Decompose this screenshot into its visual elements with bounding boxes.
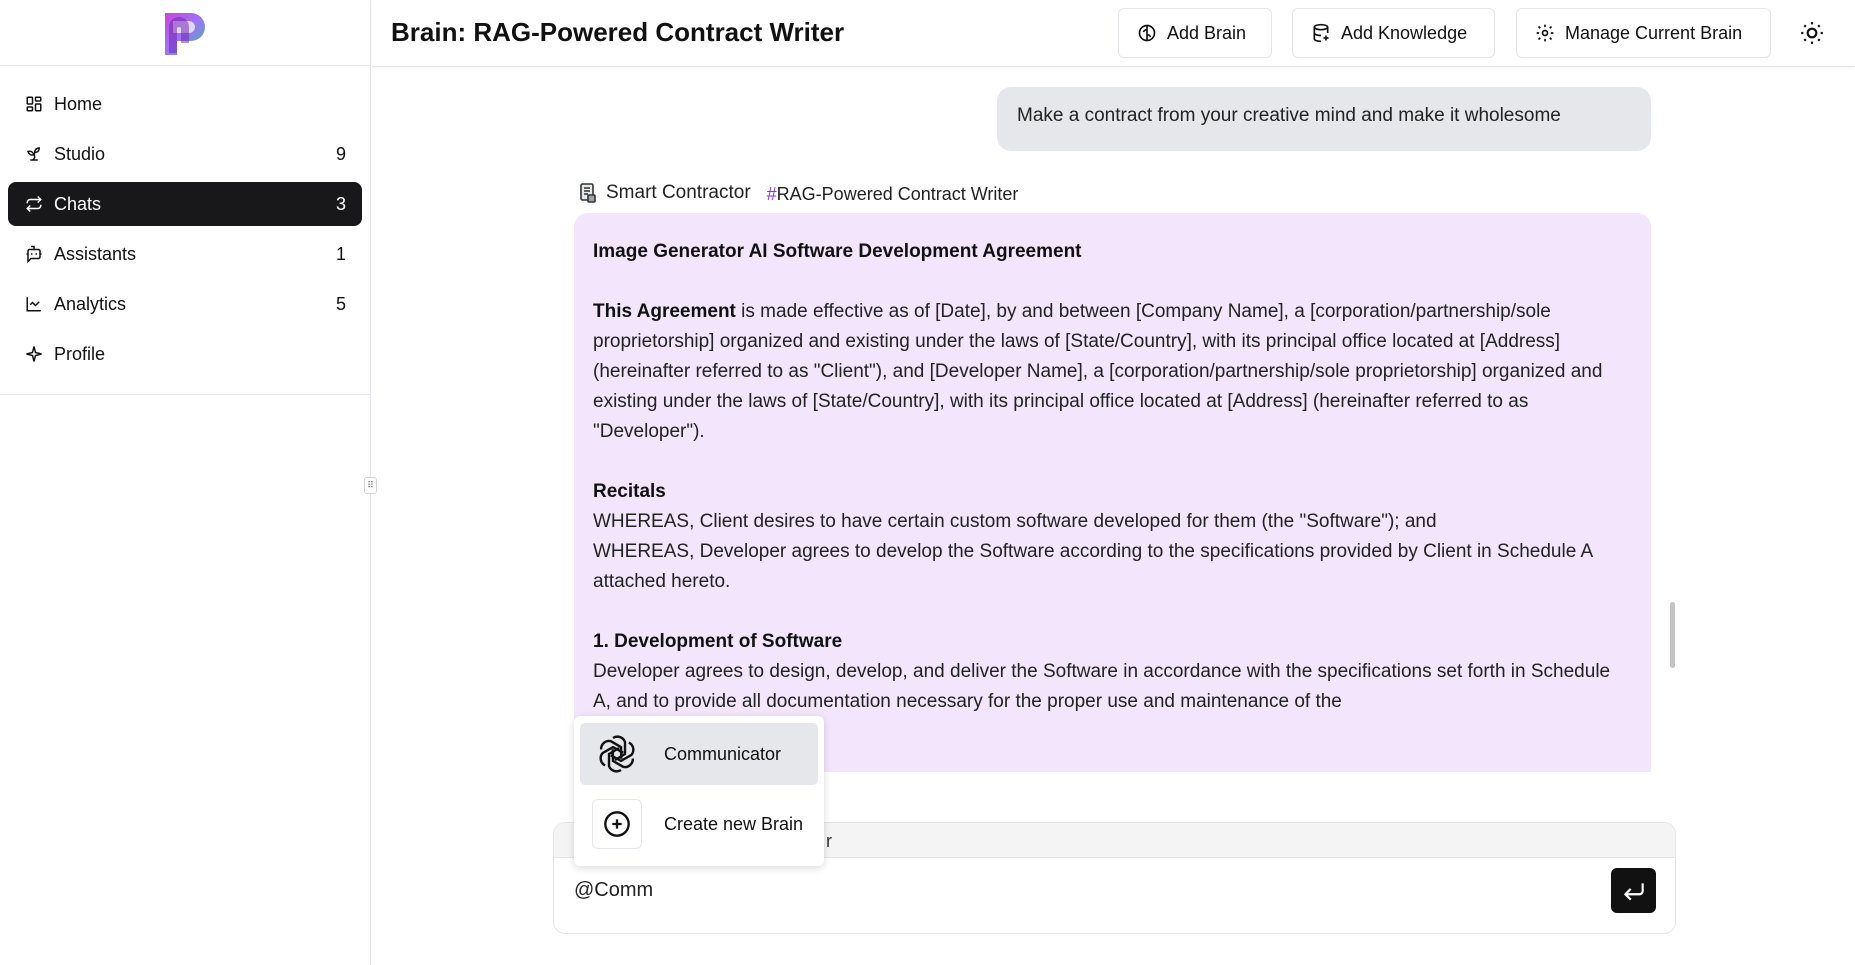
sidebar-item-analytics[interactable]: Analytics 5 <box>8 282 362 326</box>
analytics-icon <box>24 294 44 314</box>
sidebar-item-label: Assistants <box>54 243 137 264</box>
home-icon <box>24 94 44 114</box>
chats-icon <box>24 194 44 214</box>
mention-item-label: Communicator <box>664 743 782 764</box>
section-1-paragraph: 1. Development of Software Developer agre… <box>593 627 1632 717</box>
sidebar-item-count: 9 <box>335 143 346 164</box>
user-message: Make a contract from your creative mind … <box>997 87 1651 151</box>
logo-area <box>0 0 370 66</box>
doc-title-paragraph: Image Generator AI Software Development … <box>593 237 1632 267</box>
database-icon <box>1313 23 1329 43</box>
manage-brain-button[interactable]: Manage Current Brain <box>1516 8 1771 58</box>
assistant-name: Smart Contractor <box>606 181 751 203</box>
sun-icon <box>1801 22 1823 44</box>
recitals-paragraph: Recitals WHEREAS, Client desires to have … <box>593 477 1632 597</box>
brain-tag[interactable]: #RAG-Powered Contract Writer <box>767 184 1019 205</box>
assistant-message: Image Generator AI Software Development … <box>574 213 1651 772</box>
sidebar-item-label: Home <box>54 93 103 114</box>
sidebar-item-count: 5 <box>335 293 346 314</box>
profile-icon <box>24 344 44 364</box>
sidebar-item-profile[interactable]: Profile <box>8 332 362 376</box>
sidebar-item-label: Studio <box>54 143 106 164</box>
intro-text: is made effective as of [Date], by and b… <box>593 301 1603 442</box>
chat-input[interactable]: @Comm <box>574 879 653 902</box>
input-brain-label: r <box>826 831 832 851</box>
mention-item-label: Create new Brain <box>664 813 804 834</box>
intro-bold: This Agreement <box>593 301 736 322</box>
add-knowledge-label: Add Knowledge <box>1341 22 1468 43</box>
add-brain-label: Add Brain <box>1167 22 1247 43</box>
manage-brain-label: Manage Current Brain <box>1565 22 1743 43</box>
mention-item-create-brain[interactable]: Create new Brain <box>580 793 818 855</box>
doc-title: Image Generator AI Software Development … <box>593 241 1082 262</box>
sidebar-item-chats[interactable]: Chats 3 <box>8 182 362 226</box>
sidebar-item-assistants[interactable]: Assistants 1 <box>8 232 362 276</box>
sidebar-nav: Home Studio 9 Chats 3 Assistants 1 Analy… <box>0 66 370 395</box>
recital-1: WHEREAS, Client desires to have certain … <box>593 511 1437 532</box>
add-knowledge-button[interactable]: Add Knowledge <box>1292 8 1495 58</box>
enter-icon <box>1623 882 1644 900</box>
openai-icon <box>592 729 642 779</box>
sidebar-resize-handle[interactable]: ⠿ <box>364 477 377 494</box>
plus-circle-icon <box>592 799 642 849</box>
sidebar: Home Studio 9 Chats 3 Assistants 1 Analy… <box>0 0 371 965</box>
theme-toggle-button[interactable] <box>1797 18 1827 48</box>
assistants-icon <box>24 244 44 264</box>
brain-icon <box>1138 24 1156 42</box>
sidebar-item-count: 1 <box>335 243 346 264</box>
sidebar-item-count: 3 <box>335 193 346 214</box>
sidebar-item-home[interactable]: Home <box>8 82 362 126</box>
sidebar-item-label: Profile <box>54 343 106 364</box>
section-1-text: Developer agrees to design, develop, and… <box>593 661 1611 712</box>
mention-dropdown: Communicator Create new Brain <box>574 716 824 866</box>
add-brain-button[interactable]: Add Brain <box>1118 8 1272 58</box>
sidebar-item-studio[interactable]: Studio 9 <box>8 132 362 176</box>
recitals-title: Recitals <box>593 481 666 502</box>
header: Brain: RAG-Powered Contract Writer Add B… <box>372 0 1855 67</box>
intro-paragraph: This Agreement is made effective as of [… <box>593 297 1632 447</box>
contract-icon <box>580 182 596 203</box>
chat-scrollbar[interactable] <box>1670 602 1675 668</box>
section-1-title: 1. Development of Software <box>593 631 843 652</box>
brain-tag-hash: # <box>766 184 777 204</box>
page-title: Brain: RAG-Powered Contract Writer <box>391 17 845 47</box>
sidebar-item-label: Analytics <box>54 293 127 314</box>
assistant-message-header: Smart Contractor #RAG-Powered Contract W… <box>578 180 1018 205</box>
recital-2: WHEREAS, Developer agrees to develop the… <box>593 541 1593 592</box>
send-button[interactable] <box>1611 868 1656 913</box>
studio-icon <box>24 144 44 164</box>
mention-item-communicator[interactable]: Communicator <box>580 723 818 785</box>
gear-icon <box>1536 24 1554 42</box>
brain-tag-label: RAG-Powered Contract Writer <box>776 184 1019 204</box>
sidebar-item-label: Chats <box>54 193 102 214</box>
app-logo[interactable] <box>155 7 211 61</box>
